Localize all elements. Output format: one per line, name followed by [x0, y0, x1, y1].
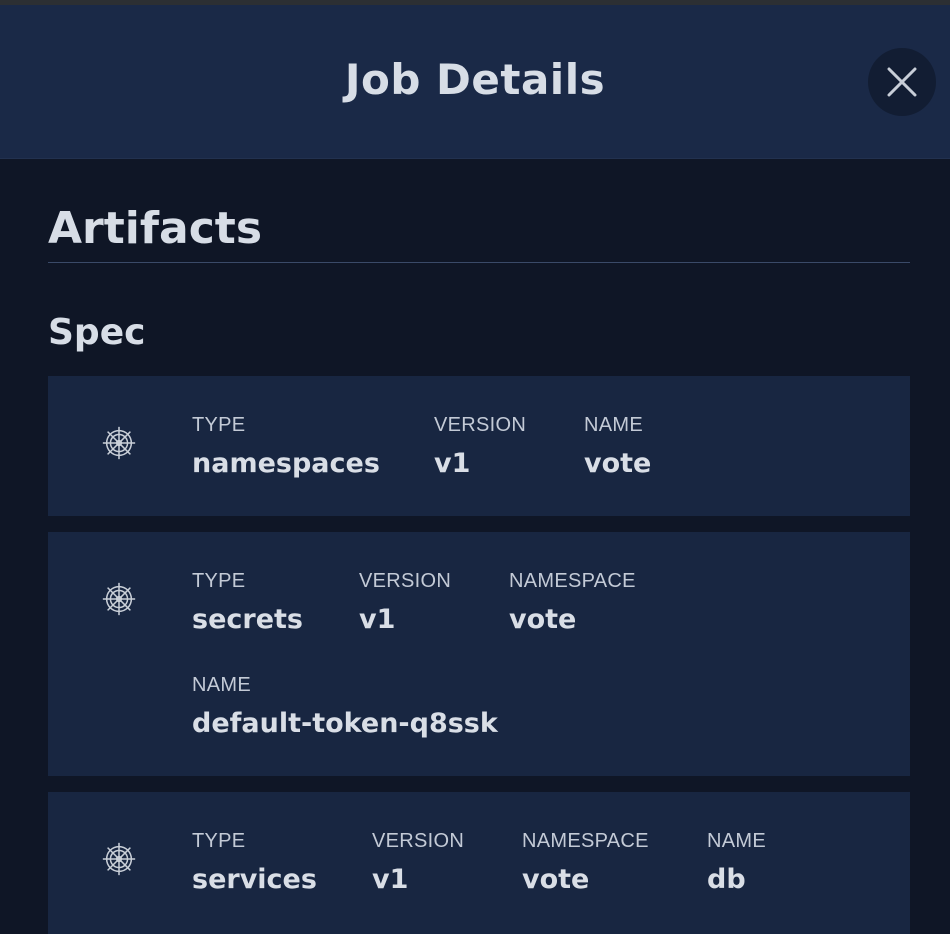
field-value: v1 [359, 604, 396, 635]
section-divider [48, 262, 910, 263]
artifact-card: TYPE services VERSION v1 NAMESPACE vote … [48, 792, 910, 934]
field-value: db [707, 864, 746, 895]
field-label: NAME [584, 414, 643, 436]
field-value: vote [584, 448, 652, 479]
field-value: vote [522, 864, 590, 895]
type-field: TYPE services [192, 829, 317, 897]
modal-title: Job Details [344, 55, 606, 104]
field-label: NAMESPACE [509, 570, 636, 592]
version-field: VERSION v1 [372, 829, 464, 897]
field-label: NAME [192, 674, 251, 696]
version-field: VERSION v1 [434, 413, 526, 481]
field-label: VERSION [359, 570, 452, 592]
artifacts-heading: Artifacts [48, 203, 263, 254]
artifact-card: TYPE namespaces VERSION v1 NAME vote [48, 376, 910, 516]
namespace-field: NAMESPACE vote [522, 829, 649, 897]
field-value: vote [509, 604, 577, 635]
field-label: TYPE [192, 830, 246, 852]
field-value: namespaces [192, 448, 380, 479]
helm-wheel-icon [102, 842, 136, 876]
name-field: NAME vote [584, 413, 651, 481]
field-value: v1 [434, 448, 471, 479]
field-label: NAME [707, 830, 766, 852]
field-value: default-token-q8ssk [192, 708, 498, 739]
name-field: NAME default-token-q8ssk [192, 673, 498, 741]
type-field: TYPE namespaces [192, 413, 380, 481]
field-value: services [192, 864, 317, 895]
close-icon [887, 67, 917, 97]
field-value: secrets [192, 604, 303, 635]
field-value: v1 [372, 864, 409, 895]
modal-header: Job Details [0, 5, 950, 159]
field-label: VERSION [372, 830, 465, 852]
helm-wheel-icon [102, 426, 136, 460]
artifact-card: TYPE secrets VERSION v1 NAMESPACE vote N… [48, 532, 910, 776]
spec-heading: Spec [48, 312, 146, 353]
close-button[interactable] [868, 48, 936, 116]
name-field: NAME db [707, 829, 766, 897]
field-label: TYPE [192, 570, 246, 592]
helm-wheel-icon [102, 582, 136, 616]
version-field: VERSION v1 [359, 569, 451, 637]
field-label: NAMESPACE [522, 830, 649, 852]
field-label: TYPE [192, 414, 246, 436]
type-field: TYPE secrets [192, 569, 303, 637]
namespace-field: NAMESPACE vote [509, 569, 636, 637]
field-label: VERSION [434, 414, 527, 436]
